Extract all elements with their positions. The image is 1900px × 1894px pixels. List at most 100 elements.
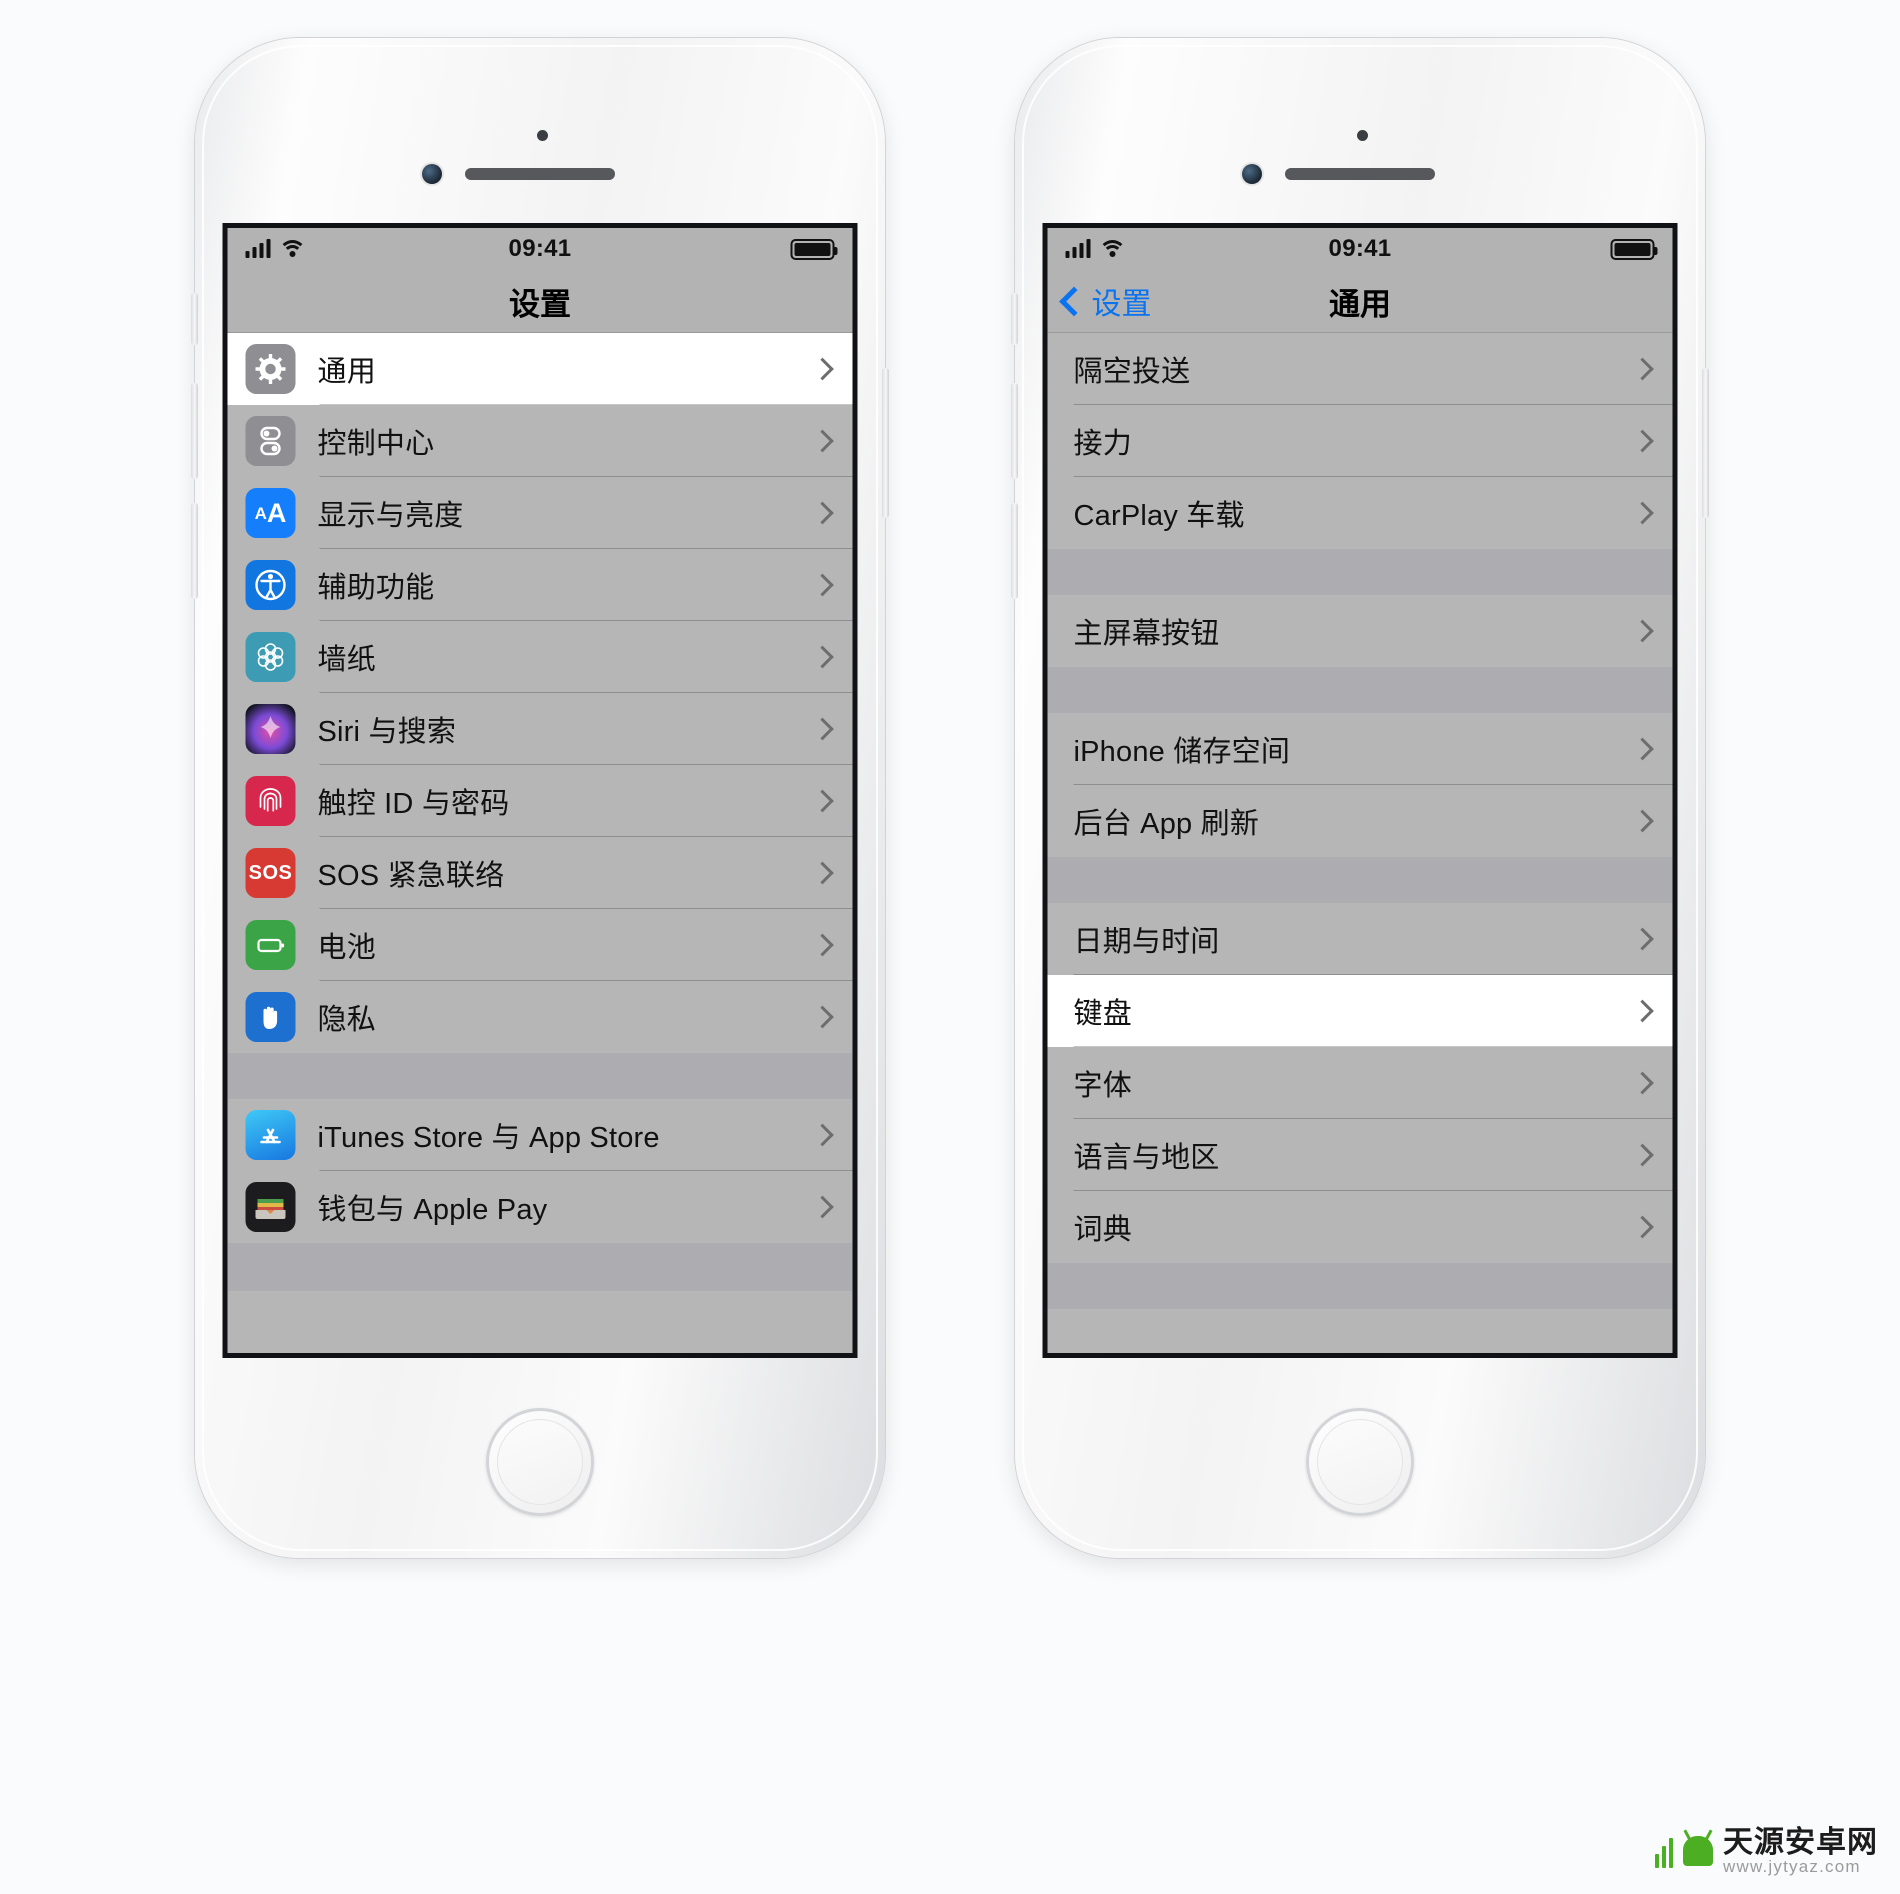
power-button[interactable] (1702, 368, 1709, 518)
accessibility-icon (245, 560, 296, 610)
sos-icon: SOS (245, 848, 296, 898)
general-group-4: 日期与时间 键盘 字体 语言与地区 词典 (1047, 903, 1673, 1263)
sidebar-item-label: Siri 与搜索 (317, 716, 457, 748)
left-phone-device: 09:41 设置 通用 控制中心 A A 显示与亮度 辅助功能 墙纸 Siri … (191, 38, 889, 1558)
right-phone-device: 09:41 设置 通用 隔空投送 接力 CarPlay 车载 主屏幕按钮 iPh… (1011, 38, 1709, 1558)
chevron-right-icon (811, 1123, 834, 1147)
chevron-right-icon (811, 429, 834, 453)
volume-up-button[interactable] (1011, 383, 1018, 479)
chevron-right-icon (1631, 927, 1654, 951)
chevron-right-icon (811, 501, 834, 525)
power-button[interactable] (882, 368, 889, 518)
left-status-bar: 09:41 (227, 228, 853, 270)
general-group-1: 隔空投送 接力 CarPlay 车载 (1047, 333, 1673, 549)
list-item-language-region[interactable]: 语言与地区 (1047, 1119, 1673, 1191)
left-phone-screen: 09:41 设置 通用 控制中心 A A 显示与亮度 辅助功能 墙纸 Siri … (227, 228, 853, 1353)
list-item-handoff[interactable]: 接力 (1047, 405, 1673, 477)
list-item-label: 键盘 (1073, 998, 1132, 1030)
siri-icon (245, 704, 296, 754)
gear-icon (245, 344, 296, 394)
general-group-2: 主屏幕按钮 (1047, 595, 1673, 667)
sidebar-item-battery[interactable]: 电池 (227, 909, 853, 981)
list-item-fonts[interactable]: 字体 (1047, 1047, 1673, 1119)
list-item-label: CarPlay 车载 (1073, 500, 1245, 532)
list-bottom-filler (1047, 1263, 1673, 1309)
sidebar-item-siri-search[interactable]: Siri 与搜索 (227, 693, 853, 765)
settings-group-2: iTunes Store 与 App Store 钱包与 Apple Pay (227, 1099, 853, 1243)
volume-down-button[interactable] (1011, 503, 1018, 599)
volume-up-button[interactable] (191, 383, 198, 479)
chevron-right-icon (811, 933, 834, 957)
general-group-3: iPhone 储存空间 后台 App 刷新 (1047, 713, 1673, 857)
group-separator (227, 1053, 853, 1099)
site-watermark: 天源安卓网 www.jytyaz.com (1655, 1827, 1878, 1876)
sidebar-item-wallet-apple-pay[interactable]: 钱包与 Apple Pay (227, 1171, 853, 1243)
status-time: 09:41 (1328, 235, 1392, 262)
chevron-right-icon (1631, 1215, 1654, 1239)
chevron-right-icon (1631, 501, 1654, 525)
privacy-hand-icon (245, 992, 296, 1042)
settings-group-1: 通用 控制中心 AA 显示与亮度 辅助功能 墙纸 Siri 与搜索 触控 ID … (227, 333, 853, 1053)
group-separator (1047, 667, 1673, 713)
control-center-icon (245, 416, 296, 466)
chevron-right-icon (1631, 619, 1654, 643)
chevron-right-icon (811, 573, 834, 597)
list-item-label: 语言与地区 (1073, 1142, 1220, 1174)
mute-switch[interactable] (191, 293, 198, 345)
sidebar-item-label: 辅助功能 (317, 572, 435, 604)
mute-switch[interactable] (1011, 293, 1018, 345)
chevron-right-icon (811, 789, 834, 813)
front-camera-icon (422, 164, 442, 184)
list-item-carplay[interactable]: CarPlay 车载 (1047, 477, 1673, 549)
proximity-sensor-icon (1357, 130, 1368, 141)
sidebar-item-privacy[interactable]: 隐私 (227, 981, 853, 1053)
sidebar-item-wallpaper[interactable]: 墙纸 (227, 621, 853, 693)
list-item-home-button[interactable]: 主屏幕按钮 (1047, 595, 1673, 667)
sidebar-item-itunes-app-store[interactable]: iTunes Store 与 App Store (227, 1099, 853, 1171)
chevron-right-icon (811, 1005, 834, 1029)
home-button[interactable] (1306, 1408, 1414, 1516)
home-button[interactable] (486, 1408, 594, 1516)
sidebar-item-display-brightness[interactable]: AA 显示与亮度 (227, 477, 853, 549)
page-title: 设置 (509, 286, 571, 322)
sidebar-item-label: 显示与亮度 (317, 500, 464, 532)
list-item-background-app-refresh[interactable]: 后台 App 刷新 (1047, 785, 1673, 857)
wallet-icon (245, 1182, 296, 1232)
list-item-dictionary[interactable]: 词典 (1047, 1191, 1673, 1263)
right-nav-bar: 设置 通用 (1047, 270, 1673, 333)
list-item-airdrop[interactable]: 隔空投送 (1047, 333, 1673, 405)
sidebar-item-label: 通用 (317, 356, 376, 388)
android-robot-icon (1655, 1834, 1673, 1869)
sidebar-item-accessibility[interactable]: 辅助功能 (227, 549, 853, 621)
wallpaper-icon (245, 632, 296, 682)
earpiece-speaker (465, 168, 615, 180)
display-icon: AA (245, 488, 296, 538)
back-button-label: 设置 (1091, 288, 1152, 321)
sidebar-item-general[interactable]: 通用 (227, 333, 853, 405)
back-button[interactable]: 设置 (1059, 279, 1152, 323)
sidebar-item-emergency-sos[interactable]: SOS SOS 紧急联络 (227, 837, 853, 909)
list-bottom-filler (227, 1243, 853, 1291)
group-separator (1047, 549, 1673, 595)
sidebar-item-control-center[interactable]: 控制中心 (227, 405, 853, 477)
chevron-right-icon (1631, 737, 1654, 761)
chevron-right-icon (1631, 429, 1654, 453)
watermark-site-name: 天源安卓网 (1723, 1825, 1878, 1859)
list-item-date-time[interactable]: 日期与时间 (1047, 903, 1673, 975)
status-time: 09:41 (508, 235, 572, 262)
status-right-cluster (1610, 238, 1658, 260)
sidebar-item-touch-id-passcode[interactable]: 触控 ID 与密码 (227, 765, 853, 837)
chevron-right-icon (811, 645, 834, 669)
volume-down-button[interactable] (191, 503, 198, 599)
chevron-right-icon (1631, 1143, 1654, 1167)
sidebar-item-label: SOS 紧急联络 (317, 860, 505, 892)
sidebar-item-label: 隐私 (317, 1004, 376, 1036)
chevron-right-icon (811, 357, 834, 381)
chevron-right-icon (1631, 999, 1654, 1023)
list-item-iphone-storage[interactable]: iPhone 储存空间 (1047, 713, 1673, 785)
list-item-label: 后台 App 刷新 (1073, 808, 1260, 840)
list-item-keyboard[interactable]: 键盘 (1047, 975, 1673, 1047)
proximity-sensor-icon (537, 130, 548, 141)
watermark-text: 天源安卓网 www.jytyaz.com (1723, 1827, 1878, 1876)
status-right-cluster (790, 238, 838, 260)
